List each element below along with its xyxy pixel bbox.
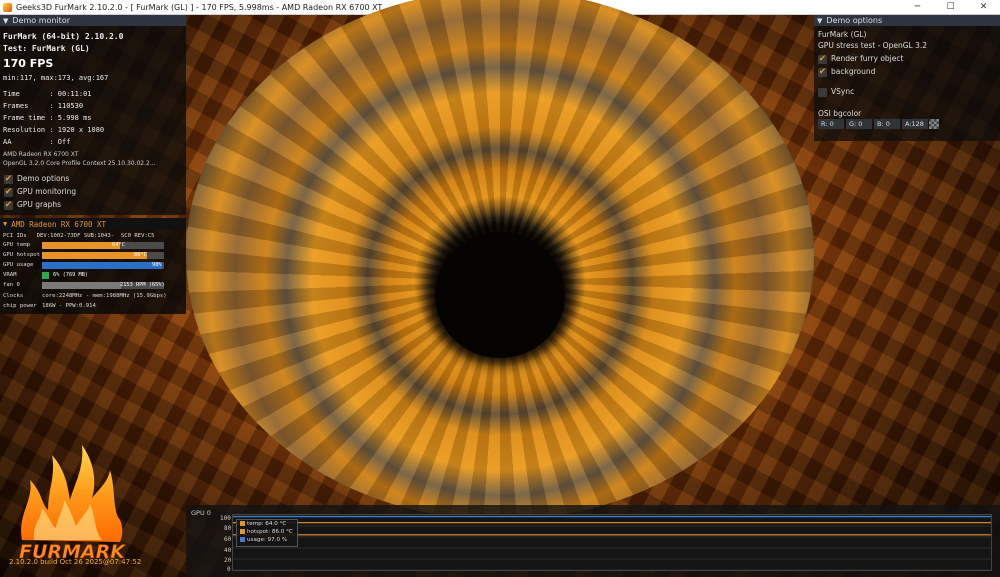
graph-legend: temp: 64.0 °C hotspot: 86.0 °C usage: 97…	[236, 519, 298, 547]
demo-options-title: Demo options	[826, 16, 883, 25]
gpu-usage-fill	[42, 262, 162, 269]
vram-value: 6% (769 MB)	[53, 272, 89, 278]
fps-value: 170 FPS	[3, 57, 54, 70]
demo-monitor-title: Demo monitor	[12, 16, 71, 25]
bgcolor-b-input[interactable]: B: 0	[874, 119, 900, 129]
legend-usage: usage: 97.0 %	[237, 536, 297, 544]
gpu-graph-plot	[232, 514, 992, 571]
y-tick: 60	[224, 536, 232, 543]
opengl-info: OpenGL 3.2.0 Core Profile Context 25.10.…	[3, 160, 156, 167]
aa-line: AA : Off	[3, 138, 71, 146]
fan-bar: 2153 RPM (65%)	[42, 282, 165, 289]
y-tick: 100	[220, 515, 231, 522]
clocks-label: Clocks	[3, 293, 24, 299]
gpu-hotspot-label: GPU hotspot	[3, 252, 41, 258]
demo-description: GPU stress test - OpenGL 3.2	[818, 41, 927, 50]
collapse-triangle-icon[interactable]: ▼	[3, 220, 7, 228]
render-furry-checkbox[interactable]: ✔	[818, 55, 827, 64]
fan-label: fan 0	[3, 282, 20, 288]
vram-fill	[42, 272, 50, 279]
demo-monitor-panel: ▼ Demo monitor FurMark (64-bit) 2.10.2.0…	[0, 15, 186, 215]
chip-power-label: chip power	[3, 303, 37, 309]
background-label: background	[831, 67, 876, 76]
minimize-button[interactable]: ─	[901, 0, 934, 14]
gpu-monitoring-checkbox[interactable]: ✔	[4, 188, 13, 197]
demo-options-label: Demo options	[17, 174, 70, 183]
y-tick: 0	[227, 566, 231, 573]
osi-bgcolor-label: OSI bgcolor	[818, 109, 862, 118]
furmark-logo: FURMARK	[19, 445, 127, 563]
chip-power-value: 186W - PPW:0.914	[42, 303, 96, 309]
bgcolor-a-input[interactable]: A:128	[902, 119, 928, 129]
vram-bar: 6% (769 MB)	[42, 272, 164, 279]
gpu-name: AMD Radeon RX 6700 XT	[3, 151, 79, 158]
test-name: Test: FurMark (GL)	[3, 44, 90, 53]
gpu-hotspot-value: 86°C	[134, 252, 147, 258]
gpu-usage-value: 98%	[152, 262, 162, 268]
frames-line: Frames : 110530	[3, 102, 84, 110]
app-version: FurMark (64-bit) 2.10.2.0	[3, 32, 124, 41]
gpu-monitoring-panel: ▼ AMD Radeon RX 6700 XT PCI IDs DEV:1002…	[0, 218, 186, 314]
collapse-triangle-icon[interactable]: ▼	[817, 17, 822, 25]
resolution-line: Resolution : 1920 x 1080	[3, 126, 105, 134]
gpu-usage-bar: 98%	[42, 262, 164, 269]
legend-hotspot: hotspot: 86.0 °C	[237, 528, 297, 536]
y-tick: 20	[224, 557, 232, 564]
pci-ids: PCI IDs DEV:1002-73DF SUB:1043- SC0 REV:…	[3, 233, 155, 239]
background-checkbox[interactable]: ✔	[818, 68, 827, 77]
gpu-usage-label: GPU usage	[3, 262, 34, 268]
color-swatch-icon[interactable]	[929, 119, 939, 129]
gpu-monitor-title: AMD Radeon RX 6700 XT	[11, 219, 107, 229]
fps-stats: min:117, max:173, avg:167	[3, 74, 109, 82]
clocks-value: core:2248MHz - mem:1988MHz (15.9Gbps)	[42, 293, 167, 299]
gpu-temp-bar: 64°C	[42, 242, 164, 249]
legend-swatch	[240, 537, 245, 542]
demo-name: FurMark (GL)	[818, 30, 867, 39]
collapse-triangle-icon[interactable]: ▼	[3, 17, 8, 25]
legend-temp: temp: 64.0 °C	[237, 520, 297, 528]
vram-label: VRAM	[3, 272, 17, 278]
fan-fill	[42, 282, 122, 289]
gpu-hotspot-bar: 86°C	[42, 252, 164, 259]
vsync-label: VSync	[831, 87, 855, 96]
demo-monitor-header[interactable]: ▼ Demo monitor	[0, 15, 186, 26]
demo-options-header[interactable]: ▼ Demo options	[814, 15, 1000, 26]
y-tick: 40	[224, 547, 232, 554]
build-info: 2.10.2.0 build Oct 26 2025@07:47:52	[9, 558, 142, 566]
frame-time-line: Frame time : 5.998 ms	[3, 114, 92, 122]
graph-title: GPU 0	[191, 509, 211, 517]
gpu-graphs-label: GPU graphs	[17, 200, 62, 209]
gpu-temp-label: GPU temp	[3, 242, 30, 248]
time-line: Time : 00:11:01	[3, 90, 92, 98]
donut-center	[435, 232, 565, 358]
bgcolor-r-input[interactable]: R: 0	[818, 119, 844, 129]
legend-swatch	[240, 529, 245, 534]
gpu-temp-value: 64°C	[112, 242, 125, 248]
gpu-graphs-checkbox[interactable]: ✔	[4, 201, 13, 210]
maximize-button[interactable]: ☐	[934, 0, 967, 14]
legend-swatch	[240, 521, 245, 526]
close-button[interactable]: ✕	[967, 0, 1000, 14]
bgcolor-g-input[interactable]: G: 0	[846, 119, 872, 129]
gpu-temp-fill	[42, 242, 121, 249]
gpu-monitoring-label: GPU monitoring	[17, 187, 77, 196]
demo-options-checkbox[interactable]: ✔	[4, 175, 13, 184]
render-furry-label: Render furry object	[831, 54, 904, 63]
furmark-app-icon	[3, 2, 12, 12]
gpu-monitor-header[interactable]: ▼ AMD Radeon RX 6700 XT	[0, 218, 186, 230]
fan-value: 2153 RPM (65%)	[120, 282, 165, 288]
y-tick: 80	[224, 525, 232, 532]
vsync-checkbox[interactable]	[818, 88, 827, 97]
gpu-hotspot-fill	[42, 252, 147, 259]
